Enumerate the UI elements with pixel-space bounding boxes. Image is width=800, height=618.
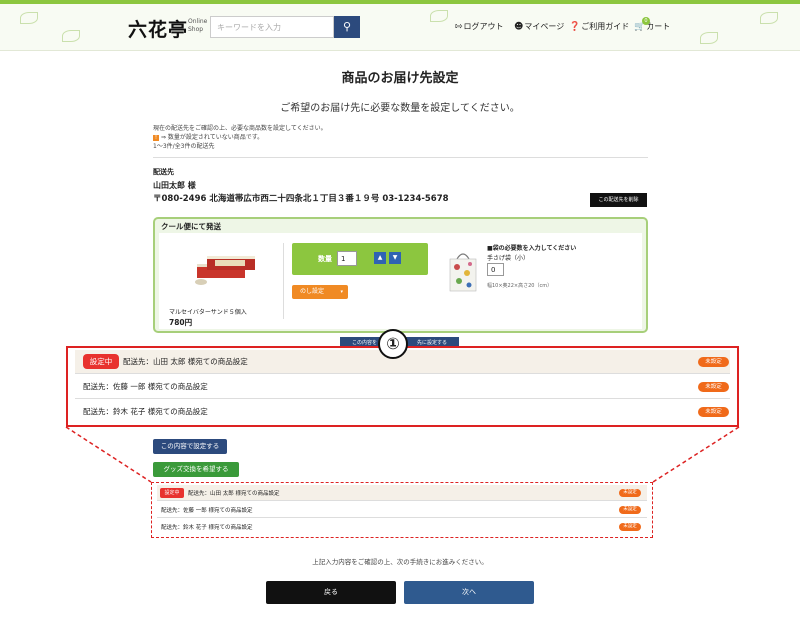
site-header: 六花亭 OnlineShop ⚲ ⇰ログアウト ☻マイページ ❓ご利用ガイド 🛒… <box>0 4 800 51</box>
delete-destination-button[interactable]: この配送先を削除 <box>590 193 647 207</box>
quantity-panel: 数量 1 ▲ ▼ <box>292 243 428 275</box>
cart-link[interactable]: 🛒 0 カート <box>634 16 670 32</box>
arrow-down-icon: ▼ <box>392 254 398 261</box>
logout-link[interactable]: ⇰ ログアウト <box>455 21 504 32</box>
goods-exchange-button[interactable]: グッズ交換を希望する <box>153 462 239 477</box>
recipient-address: 〒080-2496 北海道帯広市西二十四条北１丁目３番１９号 03-1234-5… <box>153 194 449 204</box>
quantity-label: 数量 <box>318 255 332 263</box>
noshi-settings-dropdown[interactable]: のし設定 ▾ <box>292 285 348 299</box>
unset-status-badge: 未設定 <box>619 489 641 497</box>
page-title: 商品のお届け先設定 <box>341 71 459 86</box>
site-logo[interactable]: 六花亭 <box>128 15 188 42</box>
unset-status-badge: 未設定 <box>619 506 641 514</box>
product-image <box>195 256 255 285</box>
unset-status-badge: 未設定 <box>698 382 729 392</box>
destination-row[interactable]: 配送先：鈴木 花子 様宛ての商品設定 未設定 <box>157 519 647 535</box>
back-button[interactable]: 戻る <box>266 581 396 604</box>
chevron-down-icon: ▾ <box>340 289 343 295</box>
leaf-decoration <box>62 30 80 42</box>
cart-icon: 🛒 0 <box>634 16 650 32</box>
help-icon: ❓ <box>569 21 581 32</box>
product-name: マルセイバターサンド５個入 <box>169 309 247 316</box>
bag-name: 手さげ袋（小） <box>487 255 530 262</box>
destination-row-label: 配送先：佐藤 一郎 様宛ての商品設定 <box>83 382 208 391</box>
active-badge: 設定中 <box>83 354 119 369</box>
search-input[interactable] <box>210 16 334 38</box>
destination-count: 1～3件/全3件の配送先 <box>153 143 215 150</box>
cool-delivery-heading: クール便にて発送 <box>161 222 221 231</box>
leaf-decoration <box>700 32 718 44</box>
page-subtitle: ご希望のお届け先に必要な数量を設定してください。 <box>280 103 520 114</box>
unset-legend: ! ⇒ 数量が設定されていない商品です。 <box>153 134 264 141</box>
destination-list: 設定中 配送先：山田 太郎 様宛ての商品設定 未設定 配送先：佐藤 一郎 様宛て… <box>151 482 653 538</box>
destination-list-zoomed: 設定中 配送先：山田 太郎 様宛ての商品設定 未設定 配送先：佐藤 一郎 様宛て… <box>66 346 739 427</box>
search-icon: ⚲ <box>342 20 352 33</box>
product-card: マルセイバターサンド５個入 780円 数量 1 ▲ ▼ のし設定 ▾ ■袋の必要数… <box>159 233 642 329</box>
quantity-input[interactable]: 1 <box>337 251 357 266</box>
arrow-up-icon: ▲ <box>377 254 383 261</box>
leaf-decoration <box>430 10 448 22</box>
cool-delivery-section: クール便にて発送 マルセイバターサンド５個入 780円 数量 1 ▲ ▼ のし設… <box>153 217 648 333</box>
confirm-message: 上記入力内容をご確認の上、次の手続きにお進みください。 <box>312 558 488 566</box>
instruction-note: 現在の配送先をご確認の上、必要な商品数を設定してください。 <box>153 125 327 132</box>
callout-number: ① <box>378 329 408 359</box>
divider <box>153 157 648 158</box>
gift-bag-image <box>449 253 477 292</box>
bag-quantity-input[interactable]: 0 <box>487 263 504 276</box>
mypage-link[interactable]: ☻ マイページ <box>514 21 564 32</box>
unset-status-badge: 未設定 <box>698 357 729 367</box>
logo-subtitle: Online Shop <box>188 18 208 33</box>
next-button[interactable]: 次へ <box>404 581 534 604</box>
quantity-down-button[interactable]: ▼ <box>389 252 401 264</box>
product-price: 780円 <box>169 318 193 327</box>
active-badge: 設定中 <box>160 488 184 498</box>
destination-row[interactable]: 設定中 配送先：山田 太郎 様宛ての商品設定 未設定 <box>157 485 647 501</box>
leaf-decoration <box>760 12 778 24</box>
set-content-button[interactable]: この内容で設定する <box>153 439 227 454</box>
destination-row-label: 配送先：山田 太郎 様宛ての商品設定 <box>123 357 248 366</box>
destination-row-label: 配送先：佐藤 一郎 様宛ての商品設定 <box>161 508 253 514</box>
destination-row[interactable]: 配送先：佐藤 一郎 様宛ての商品設定 未設定 <box>75 375 730 399</box>
destination-row[interactable]: 配送先：鈴木 花子 様宛ての商品設定 未設定 <box>75 400 730 424</box>
destination-row[interactable]: 配送先：佐藤 一郎 様宛ての商品設定 未設定 <box>157 502 647 518</box>
recipient-name: 山田太郎 様 <box>153 181 196 190</box>
destination-row-label: 配送先：鈴木 花子 様宛ての商品設定 <box>83 407 208 416</box>
bag-size: 幅10×奥22×高さ20（cm） <box>487 283 553 289</box>
destination-row-label: 配送先：山田 太郎 様宛ての商品設定 <box>188 491 280 497</box>
divider <box>283 243 284 319</box>
unset-status-badge: 未設定 <box>698 407 729 417</box>
quantity-up-button[interactable]: ▲ <box>374 252 386 264</box>
search-button[interactable]: ⚲ <box>334 16 360 38</box>
destination-row-label: 配送先：鈴木 花子 様宛ての商品設定 <box>161 525 253 531</box>
unset-status-badge: 未設定 <box>619 523 641 531</box>
user-icon: ☻ <box>514 21 524 32</box>
cart-count-badge: 0 <box>642 16 650 25</box>
bag-instruction: ■袋の必要数を入力してください <box>487 245 577 252</box>
leaf-decoration <box>20 12 38 24</box>
logout-icon: ⇰ <box>455 21 463 32</box>
destination-label: 配送先 <box>153 168 174 176</box>
guide-link[interactable]: ❓ ご利用ガイド <box>569 21 629 32</box>
